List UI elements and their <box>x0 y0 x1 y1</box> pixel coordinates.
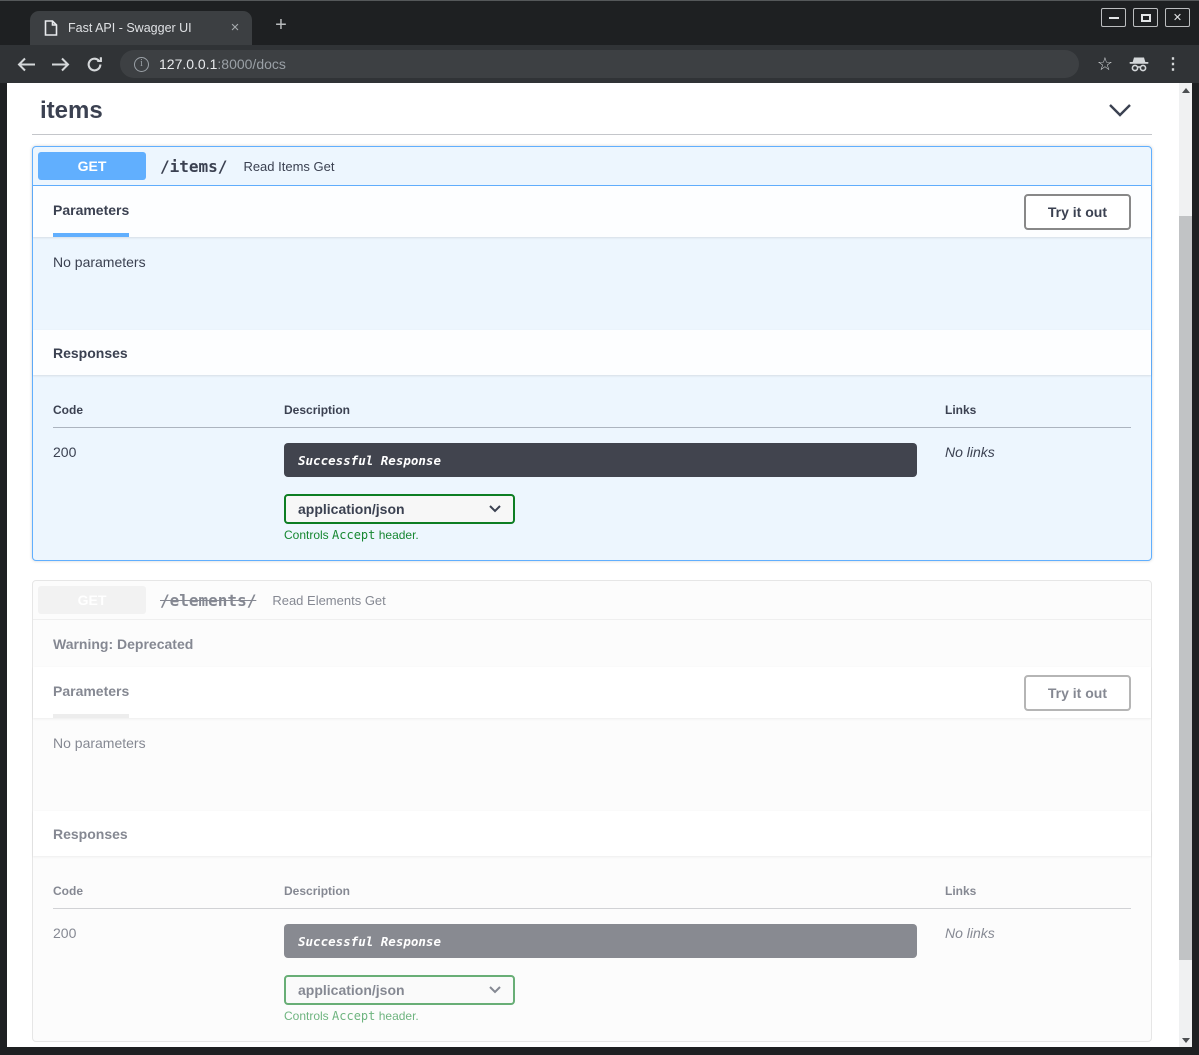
url-text: 127.0.0.1:8000/docs <box>159 56 286 72</box>
minimize-icon <box>1109 17 1119 19</box>
responses-table: Code Description Links 200 Successful Re… <box>33 856 1151 1041</box>
reload-button[interactable] <box>80 50 108 78</box>
maximize-button[interactable] <box>1133 8 1158 27</box>
parameters-header: Parameters Try it out <box>33 667 1151 718</box>
deprecation-warning: Warning: Deprecated <box>33 620 1151 667</box>
operation-description: Read Elements Get <box>272 593 385 608</box>
site-info-icon[interactable]: i <box>134 57 149 72</box>
scroll-down-icon <box>1182 1038 1190 1043</box>
forward-button[interactable] <box>46 50 74 78</box>
response-row: 200 Successful Response application/json <box>53 909 1131 1024</box>
window-controls: ✕ <box>1101 8 1190 27</box>
media-type-value: application/json <box>298 982 405 998</box>
arrow-left-icon <box>17 57 36 72</box>
new-tab-button[interactable]: + <box>268 13 294 39</box>
tag-title: items <box>40 97 103 125</box>
parameters-tab: Parameters <box>53 667 129 718</box>
incognito-icon <box>1125 50 1153 78</box>
swagger-ui: items GET /items/ Read Items Get Paramet… <box>7 83 1192 1047</box>
operation-description: Read Items Get <box>243 159 334 174</box>
col-header-links: Links <box>945 870 1131 909</box>
browser-toolbar: i 127.0.0.1:8000/docs ☆ ⋮ <box>0 45 1199 83</box>
bookmark-star-icon[interactable]: ☆ <box>1091 54 1119 75</box>
parameters-body: No parameters <box>33 237 1151 330</box>
chevron-down-icon <box>1108 103 1132 117</box>
links-value: No links <box>945 441 1131 460</box>
operation-path: /elements/ <box>160 591 256 610</box>
responses-table: Code Description Links 200 Successful Re… <box>33 375 1151 560</box>
scroll-down-button[interactable] <box>1179 1033 1192 1047</box>
accept-header-note: Controls Accept header. <box>284 1009 945 1023</box>
arrow-right-icon <box>51 57 70 72</box>
status-code: 200 <box>53 441 284 460</box>
collapse-tag-button[interactable] <box>1108 103 1132 120</box>
parameters-title: Parameters <box>53 683 129 699</box>
status-code: 200 <box>53 922 284 941</box>
tag-section-header: items <box>32 89 1152 135</box>
operation-summary[interactable]: GET /items/ Read Items Get <box>33 147 1151 186</box>
response-row: 200 Successful Response application/json <box>53 428 1131 543</box>
opblock-get-elements-deprecated: GET /elements/ Read Elements Get Warning… <box>32 580 1152 1042</box>
operation-summary[interactable]: GET /elements/ Read Elements Get <box>33 581 1151 620</box>
col-header-description: Description <box>284 870 945 909</box>
col-header-links: Links <box>945 389 1131 428</box>
parameters-header: Parameters Try it out <box>33 186 1151 237</box>
titlebar: Fast API - Swagger UI × + ✕ <box>0 1 1199 45</box>
minimize-button[interactable] <box>1101 8 1126 27</box>
try-it-out-button[interactable]: Try it out <box>1024 675 1131 711</box>
scroll-up-icon <box>1182 88 1190 93</box>
parameters-tab: Parameters <box>53 186 129 237</box>
page-scrollbar[interactable] <box>1179 83 1192 1047</box>
parameters-title: Parameters <box>53 202 129 218</box>
tab-close-icon[interactable]: × <box>226 19 244 37</box>
method-badge: GET <box>38 586 146 614</box>
url-host: 127.0.0.1 <box>159 56 217 72</box>
scrollbar-thumb[interactable] <box>1179 216 1192 960</box>
reload-icon <box>86 56 103 73</box>
opblock-get-items: GET /items/ Read Items Get Parameters Tr… <box>32 146 1152 561</box>
maximize-icon <box>1141 14 1151 22</box>
links-value: No links <box>945 922 1131 941</box>
method-badge: GET <box>38 152 146 180</box>
browser-tab[interactable]: Fast API - Swagger UI × <box>30 11 252 45</box>
operation-path: /items/ <box>160 157 227 176</box>
accept-header-note: Controls Accept header. <box>284 528 945 542</box>
close-button[interactable]: ✕ <box>1165 8 1190 27</box>
media-type-select[interactable]: application/json <box>284 975 515 1005</box>
page-viewport: items GET /items/ Read Items Get Paramet… <box>7 83 1192 1047</box>
select-chevron-icon <box>489 986 501 994</box>
responses-header: Responses <box>33 330 1151 375</box>
media-type-select[interactable]: application/json <box>284 494 515 524</box>
col-header-description: Description <box>284 389 945 428</box>
select-chevron-icon <box>489 505 501 513</box>
parameters-body: No parameters <box>33 718 1151 811</box>
response-description-box: Successful Response <box>284 924 917 958</box>
back-button[interactable] <box>12 50 40 78</box>
col-header-code: Code <box>53 870 284 909</box>
url-path: :8000/docs <box>217 56 286 72</box>
browser-window: Fast API - Swagger UI × + ✕ <box>0 0 1199 1055</box>
responses-title: Responses <box>53 345 128 361</box>
response-description-box: Successful Response <box>284 443 917 477</box>
browser-menu-icon[interactable]: ⋮ <box>1159 54 1187 74</box>
try-it-out-button[interactable]: Try it out <box>1024 194 1131 230</box>
responses-header: Responses <box>33 811 1151 856</box>
tab-title: Fast API - Swagger UI <box>68 21 226 35</box>
media-type-value: application/json <box>298 501 405 517</box>
address-bar[interactable]: i 127.0.0.1:8000/docs <box>120 50 1079 78</box>
responses-title: Responses <box>53 826 128 842</box>
col-header-code: Code <box>53 389 284 428</box>
scroll-up-button[interactable] <box>1179 83 1192 97</box>
page-favicon-icon <box>44 20 58 36</box>
